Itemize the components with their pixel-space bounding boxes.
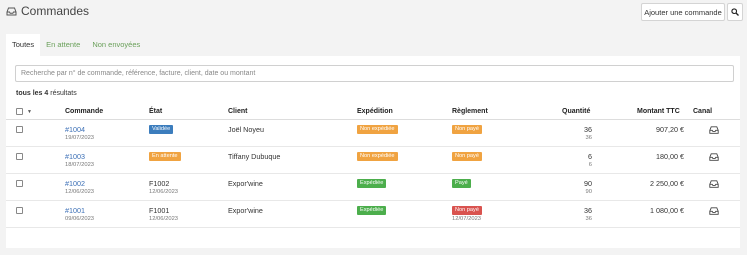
tab-toutes[interactable]: Toutes [6,34,41,56]
invoice-date: 12/06/2023 [149,216,179,222]
col-canal[interactable]: Canal [693,108,712,115]
result-count: tous les 4 résultats [16,90,77,97]
amount-ttc: 2 250,00 € [650,179,684,188]
page-title: Commandes [6,4,89,18]
col-expedition[interactable]: Expédition [357,108,393,115]
table-row[interactable]: #1001 09/06/2023 F1001 12/06/2023 Expor'wine… [6,201,740,228]
table-header: ▼ Commande État Client Expédition Règlem… [6,104,740,120]
col-etat[interactable]: État [149,108,162,115]
shipping-badge: Non expédiée [357,125,398,134]
page-title-text: Commandes [21,4,90,18]
row-checkbox[interactable] [16,180,23,187]
add-order-button[interactable]: Ajouter une commande [641,3,725,21]
order-date: 12/06/2023 [65,189,95,195]
shipping-badge: Expédiée [357,206,387,215]
order-date: 18/07/2023 [65,162,95,168]
tab-en-attente[interactable]: En attente [40,34,86,56]
client-name: Expor'wine [228,206,263,215]
search-icon [731,8,739,16]
result-count-prefix: tous les 4 [16,90,49,97]
shipping-badge: Non expédiée [357,152,398,161]
order-date: 09/06/2023 [65,216,95,222]
order-number-link[interactable]: #1001 [65,206,85,215]
row-checkbox[interactable] [16,153,23,160]
inbox-icon [709,207,719,215]
payment-due-date: 12/07/2023 [452,216,482,222]
quantity-sub: 90 [585,189,592,195]
invoice-date: 12/06/2023 [149,189,179,195]
select-all-checkbox[interactable] [16,108,23,115]
quantity: 36 [584,125,592,134]
order-number-link[interactable]: #1002 [65,179,85,188]
status-badge: En attente [149,152,181,161]
col-quantite[interactable]: Quantité [562,108,590,115]
col-client[interactable]: Client [228,108,247,115]
amount-ttc: 180,00 € [656,152,684,161]
search-input[interactable]: Recherche par n° de commande, référence,… [15,65,734,82]
status-badge: Validée [149,125,174,134]
client-name: Joël Noyeu [228,125,264,134]
payment-badge: Non payé [452,152,482,161]
amount-ttc: 1 080,00 € [650,206,684,215]
col-commande[interactable]: Commande [65,108,103,115]
table-row[interactable]: #1002 12/06/2023 F1002 12/06/2023 Expor'wine… [6,174,740,201]
row-checkbox[interactable] [16,126,23,133]
col-reglement[interactable]: Règlement [452,108,488,115]
quantity-sub: 36 [585,135,592,141]
table-row[interactable]: #1004 19/07/2023 Validée Joël Noyeu Non expé… [6,120,740,147]
orders-panel: Recherche par n° de commande, référence,… [6,56,740,248]
quantity: 90 [584,179,592,188]
top-bar: Commandes Ajouter une commande [0,0,747,26]
inbox-icon [709,153,719,161]
col-montant[interactable]: Montant TTC [637,108,680,115]
client-name: Expor'wine [228,179,263,188]
amount-ttc: 907,20 € [656,125,684,134]
invoice-number: F1001 [149,206,170,215]
inbox-icon [6,7,17,15]
quantity-sub: 36 [585,216,592,222]
payment-badge: Non payé [452,125,482,134]
payment-badge: Non payé [452,206,482,215]
inbox-icon [709,180,719,188]
order-number-link[interactable]: #1004 [65,125,85,134]
quantity: 6 [588,152,592,161]
chevron-down-icon[interactable]: ▼ [27,109,32,115]
row-checkbox[interactable] [16,207,23,214]
client-name: Tiffany Dubuque [228,152,281,161]
quantity-sub: 6 [588,162,592,168]
quantity: 36 [584,206,592,215]
tabs: Toutes En attente Non envoyées [6,34,146,56]
inbox-icon [709,126,719,134]
search-button[interactable] [727,3,743,21]
order-date: 19/07/2023 [65,135,95,141]
result-count-suffix: résultats [50,90,77,97]
invoice-number: F1002 [149,179,170,188]
table-row[interactable]: #1003 18/07/2023 En attente Tiffany Dubuque… [6,147,740,174]
payment-badge: Payé [452,179,471,188]
tab-non-envoyees[interactable]: Non envoyées [86,34,146,56]
shipping-badge: Expédiée [357,179,387,188]
order-number-link[interactable]: #1003 [65,152,85,161]
